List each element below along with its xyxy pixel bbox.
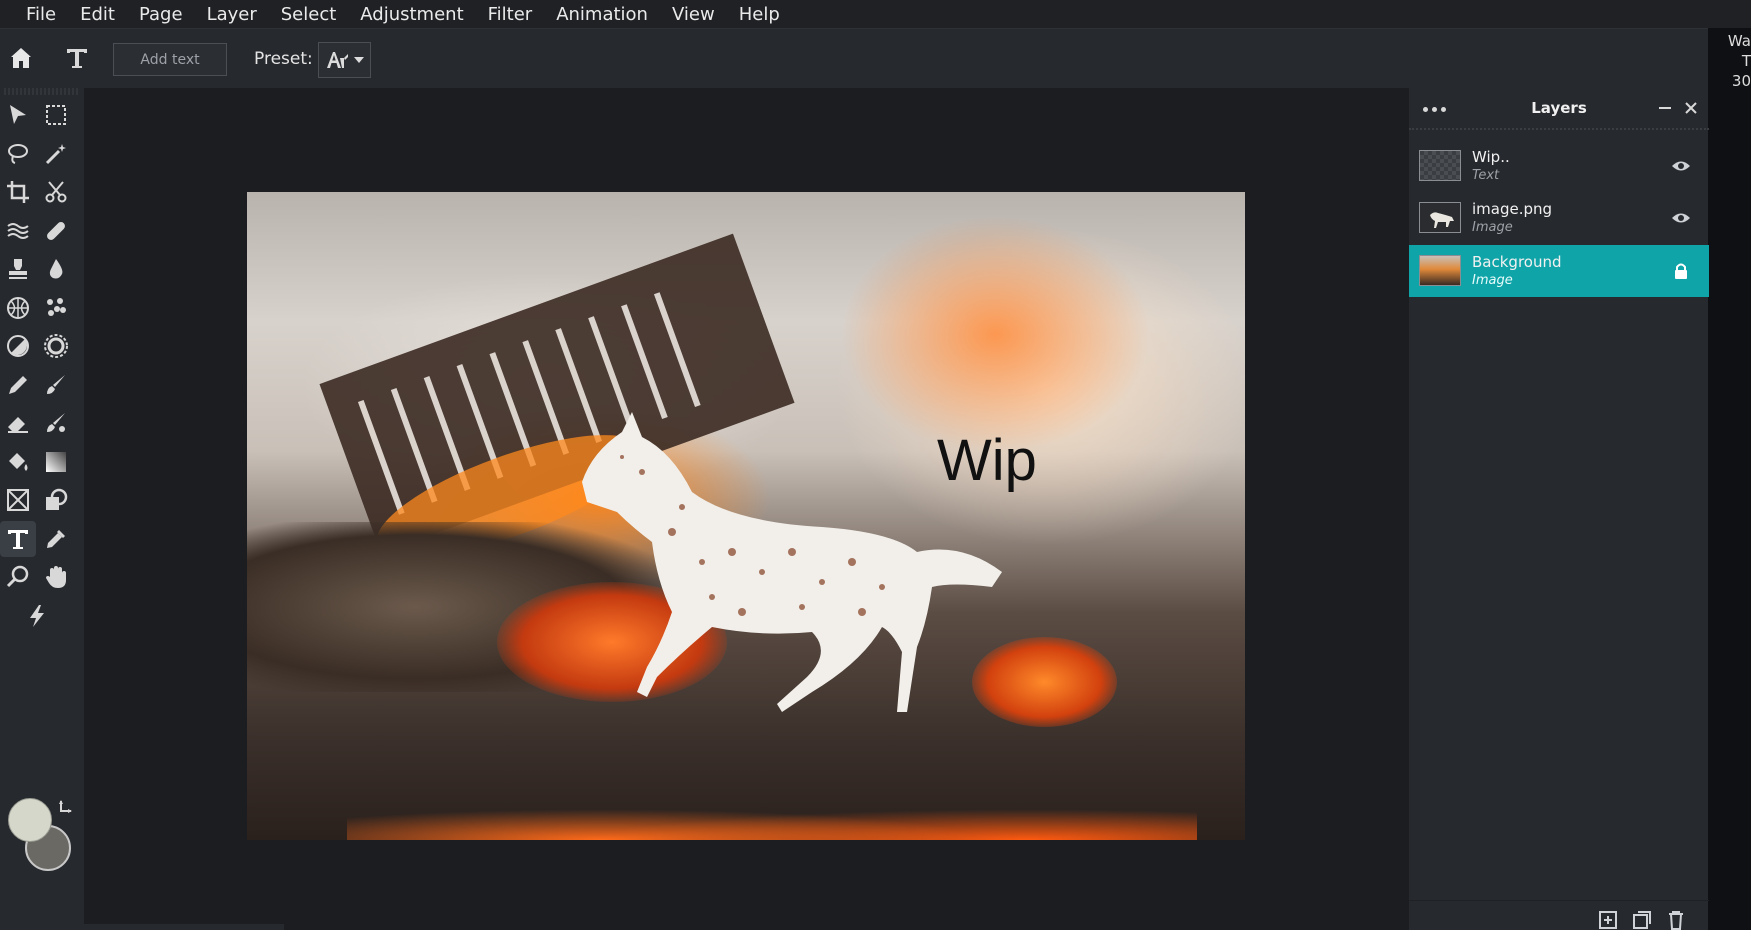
layer-name: Background bbox=[1472, 253, 1562, 271]
dodge-burn-icon[interactable] bbox=[0, 328, 36, 364]
horse-layer-image bbox=[582, 412, 1002, 712]
magic-wand-icon[interactable] bbox=[38, 136, 74, 172]
menu-adjustment[interactable]: Adjustment bbox=[360, 4, 463, 25]
clone-stamp-icon[interactable] bbox=[0, 251, 36, 287]
move-arrow-icon[interactable] bbox=[0, 97, 36, 133]
layers-panel: Layers Wip.. Text image.png Image Backgr… bbox=[1408, 88, 1709, 930]
liquify-icon[interactable] bbox=[0, 213, 36, 249]
add-layer-icon[interactable] bbox=[1597, 909, 1619, 930]
lava-flames-bottom bbox=[347, 792, 1197, 840]
bandage-heal-icon[interactable] bbox=[38, 213, 74, 249]
canvas-workspace[interactable]: Wip bbox=[84, 88, 1408, 930]
spot-heal-icon[interactable] bbox=[38, 290, 74, 326]
status-bar bbox=[84, 924, 284, 930]
minimize-icon[interactable] bbox=[1657, 100, 1673, 116]
home-icon[interactable] bbox=[8, 45, 34, 71]
shape-icon[interactable] bbox=[38, 482, 74, 518]
menu-file[interactable]: File bbox=[26, 4, 56, 25]
layer-type: Text bbox=[1472, 168, 1500, 183]
menu-view[interactable]: View bbox=[672, 4, 715, 25]
pencil-icon[interactable] bbox=[0, 367, 36, 403]
photo-editor-app: File Edit Page Layer Select Adjustment F… bbox=[0, 0, 1751, 930]
layer-type: Image bbox=[1472, 220, 1513, 235]
document-canvas[interactable]: Wip bbox=[247, 192, 1245, 840]
strip-text-2: T bbox=[1741, 52, 1751, 70]
brush-icon[interactable] bbox=[38, 367, 74, 403]
sponge-icon[interactable] bbox=[0, 290, 36, 326]
tools-panel bbox=[0, 88, 84, 930]
blur-drop-icon[interactable] bbox=[38, 251, 74, 287]
paint-bucket-icon[interactable] bbox=[0, 444, 36, 480]
menu-help[interactable]: Help bbox=[739, 4, 780, 25]
menu-layer[interactable]: Layer bbox=[207, 4, 257, 25]
layer-thumbnail-transparent bbox=[1419, 150, 1461, 181]
duplicate-layer-icon[interactable] bbox=[1631, 909, 1653, 930]
color-replace-brush-icon[interactable] bbox=[38, 405, 74, 441]
hand-icon[interactable] bbox=[38, 559, 74, 595]
shape-frame-icon[interactable] bbox=[0, 482, 36, 518]
layer-thumbnail-horse bbox=[1419, 202, 1461, 233]
crop-icon[interactable] bbox=[0, 174, 36, 210]
menu-select[interactable]: Select bbox=[281, 4, 337, 25]
sharpen-icon[interactable] bbox=[38, 328, 74, 364]
text-tool-options-icon bbox=[64, 45, 90, 71]
menu-animation[interactable]: Animation bbox=[556, 4, 648, 25]
scissors-icon[interactable] bbox=[38, 174, 74, 210]
preset-dropdown[interactable] bbox=[318, 42, 371, 78]
menu-page[interactable]: Page bbox=[139, 4, 183, 25]
text-tool-icon[interactable] bbox=[0, 520, 36, 557]
layer-row-text[interactable]: Wip.. Text bbox=[1409, 140, 1709, 192]
add-text-button[interactable]: Add text bbox=[113, 43, 227, 76]
layer-name: Wip.. bbox=[1472, 148, 1510, 166]
zoom-icon[interactable] bbox=[0, 559, 36, 595]
swap-colors-icon[interactable] bbox=[56, 798, 76, 818]
strip-text-1: Wa bbox=[1727, 32, 1751, 50]
primary-color-swatch[interactable] bbox=[8, 798, 52, 842]
quick-edit-bolt-icon[interactable] bbox=[19, 598, 55, 634]
lock-icon[interactable] bbox=[1671, 262, 1691, 280]
eye-icon[interactable] bbox=[1671, 157, 1691, 175]
menu-edit[interactable]: Edit bbox=[80, 4, 115, 25]
layers-panel-header: Layers bbox=[1409, 88, 1709, 130]
offscreen-panel-strip: Wa T 30 bbox=[1708, 28, 1751, 930]
layer-type: Image bbox=[1472, 273, 1513, 288]
layer-row-image[interactable]: image.png Image bbox=[1409, 192, 1709, 244]
chevron-down-icon bbox=[354, 57, 364, 63]
layer-row-background[interactable]: Background Image bbox=[1409, 245, 1709, 297]
menu-bar: File Edit Page Layer Select Adjustment F… bbox=[0, 0, 1751, 28]
preset-label: Preset: bbox=[254, 49, 313, 69]
close-icon[interactable] bbox=[1683, 100, 1699, 116]
toolbar-grip[interactable] bbox=[4, 88, 80, 95]
strip-text-3: 30 bbox=[1731, 72, 1751, 90]
lasso-icon[interactable] bbox=[0, 136, 36, 172]
tool-options-bar: Add text Preset: bbox=[0, 28, 1708, 88]
font-preset-icon bbox=[327, 52, 348, 68]
canvas-text-layer[interactable]: Wip bbox=[937, 427, 1037, 494]
menu-filter[interactable]: Filter bbox=[488, 4, 533, 25]
layer-thumbnail-background bbox=[1419, 255, 1461, 286]
delete-layer-icon[interactable] bbox=[1665, 909, 1687, 930]
layer-name: image.png bbox=[1472, 200, 1553, 218]
layers-panel-footer bbox=[1409, 900, 1709, 930]
eraser-icon[interactable] bbox=[0, 405, 36, 441]
marquee-select-icon[interactable] bbox=[38, 97, 74, 133]
gradient-icon[interactable] bbox=[38, 444, 74, 480]
eyedropper-icon[interactable] bbox=[38, 521, 74, 557]
eye-icon[interactable] bbox=[1671, 209, 1691, 227]
